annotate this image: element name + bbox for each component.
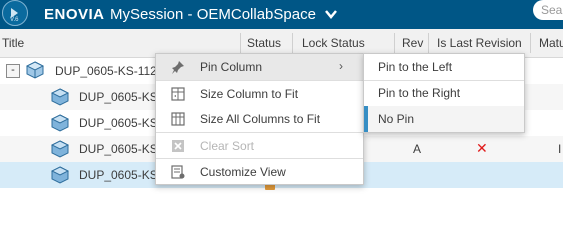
maturity-value: I xyxy=(558,142,562,156)
menu-item-label: Size All Columns to Fit xyxy=(200,112,321,126)
menu-item-clear-sort: Clear Sort xyxy=(156,133,363,159)
column-context-menu: Pin Column › Size Column to Fit Size All… xyxy=(155,53,364,185)
column-header-maturity[interactable]: Matu xyxy=(539,29,563,57)
pin-icon xyxy=(172,61,184,74)
menu-item-label: Size Column to Fit xyxy=(200,87,299,101)
search-input[interactable]: Sea xyxy=(533,0,563,20)
submenu-item-label: Pin to the Left xyxy=(378,60,453,74)
pin-column-submenu: Pin to the Left Pin to the Right No Pin xyxy=(363,53,525,133)
submenu-item-label: Pin to the Right xyxy=(378,86,461,100)
selected-indicator xyxy=(364,106,368,132)
size-all-columns-icon xyxy=(171,112,185,126)
column-header-title[interactable]: Title xyxy=(2,29,24,57)
chevron-right-icon: › xyxy=(339,59,343,73)
not-last-revision-icon: ✕ xyxy=(476,140,488,156)
menu-item-label: Customize View xyxy=(200,165,286,179)
submenu-item-pin-right[interactable]: Pin to the Right xyxy=(364,80,524,106)
compass-icon[interactable]: V.6 xyxy=(2,0,28,26)
menu-item-label: Clear Sort xyxy=(200,139,255,153)
part-cube-icon xyxy=(51,114,69,132)
customize-view-icon xyxy=(171,165,185,179)
row-title[interactable]: DUP_0605-KS xyxy=(79,168,158,182)
session-title[interactable]: MySession - OEMCollabSpace xyxy=(110,6,316,23)
brand-label: ENOVIA xyxy=(44,6,105,23)
submenu-item-no-pin[interactable]: No Pin xyxy=(364,106,524,132)
product-cube-icon xyxy=(26,61,44,79)
menu-item-pin-column[interactable]: Pin Column › xyxy=(156,54,363,80)
collapse-toggle[interactable]: - xyxy=(6,64,20,78)
submenu-item-pin-left[interactable]: Pin to the Left xyxy=(364,54,524,80)
revision-value: A xyxy=(413,142,422,156)
part-cube-icon xyxy=(51,88,69,106)
menu-item-size-all-columns-to-fit[interactable]: Size All Columns to Fit xyxy=(156,106,363,132)
row-title[interactable]: DUP_0605-KS xyxy=(79,116,158,130)
menu-item-size-column-to-fit[interactable]: Size Column to Fit xyxy=(156,81,363,107)
clear-sort-icon xyxy=(172,140,184,152)
size-column-icon xyxy=(171,87,185,101)
chevron-down-icon[interactable] xyxy=(324,8,338,20)
row-title[interactable]: DUP_0605-KS xyxy=(79,142,158,156)
row-title[interactable]: DUP_0605-KS-112 xyxy=(55,64,157,78)
part-cube-icon xyxy=(51,140,69,158)
top-bar: V.6 ENOVIA MySession - OEMCollabSpace Se… xyxy=(0,0,563,29)
menu-item-label: Pin Column xyxy=(200,60,263,74)
part-cube-icon xyxy=(51,166,69,184)
menu-item-customize-view[interactable]: Customize View xyxy=(156,159,363,185)
submenu-item-label: No Pin xyxy=(378,112,415,126)
row-title[interactable]: DUP_0605-KS xyxy=(79,90,158,104)
